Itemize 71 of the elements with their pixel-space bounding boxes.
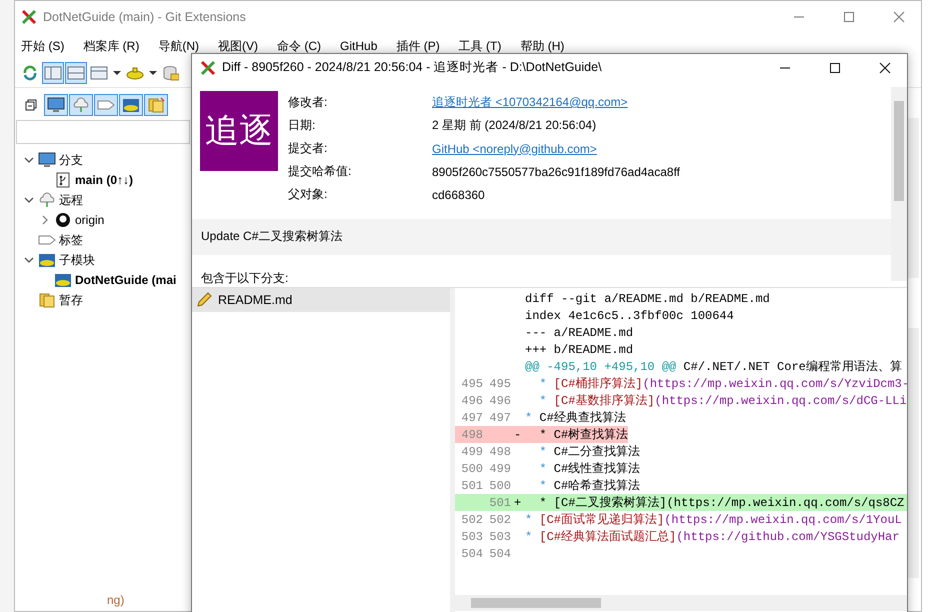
email-link[interactable]: 追逐时光者 <1070342164@qq.com> (432, 94, 628, 111)
scrollbar[interactable] (455, 595, 907, 611)
diff-line: 496 496 * [C#基数排序算法](https://mp.weixin.qq.com/s/dCG-LLi (460, 392, 907, 409)
pencil-icon (196, 292, 212, 308)
field-value: 8905f260c7550577ba26c91f189fd76ad4aca8ff (432, 164, 680, 178)
diff-line: 504 504 (460, 546, 512, 562)
layout-icon[interactable] (65, 62, 87, 84)
field-label: 修改者: (288, 94, 328, 111)
file-item[interactable]: README.md (192, 288, 450, 312)
diff-line: 497 497 * C#经典查找算法 (460, 410, 627, 426)
chevron-icon[interactable] (24, 255, 34, 265)
diff-line: 503 503 * [C#经典算法面试题汇总](https://github.com/YSGStudyHar (460, 528, 900, 545)
email-link[interactable]: GitHub <noreply@github.com> (432, 142, 597, 156)
diff-line: 502 502 * [C#面试常见递归算法](https://mp.weixin.qq.com/s/1YouL (460, 512, 903, 528)
tree-item[interactable]: 暂存 (59, 292, 83, 308)
branch-icon (54, 172, 72, 188)
menu-item[interactable]: 命令 (C) (277, 38, 322, 54)
partial-text: ng) (106, 593, 126, 609)
diff-line: index 4e1c6c5..3fbf00c 100644 (524, 308, 735, 324)
field-value: cd668360 (432, 188, 485, 202)
window-title: DotNetGuide (main) - Git Extensions (43, 10, 246, 24)
tree-item[interactable]: DotNetGuide (mai (75, 273, 176, 287)
logo-icon (200, 60, 216, 76)
monitor-icon[interactable] (44, 94, 68, 116)
tree-item[interactable]: 子模块 (59, 252, 95, 268)
menu-item[interactable]: 开始 (S) (21, 38, 64, 54)
tree-item[interactable]: 分支 (59, 152, 83, 168)
search-field[interactable] (16, 120, 190, 144)
branches-label: 包含于以下分支: (200, 270, 290, 287)
cloud-icon (38, 192, 56, 208)
field-value: 2 星期 前 (2024/8/21 20:56:04) (432, 117, 596, 134)
layout-icon[interactable] (42, 62, 64, 84)
menu-item[interactable]: 帮助 (H) (520, 38, 564, 54)
diff-line: 501 500 * C#哈希查找算法 (460, 478, 642, 494)
diff-line: 500 499 * C#线性查找算法 (460, 460, 642, 477)
scrollbar[interactable] (907, 118, 919, 278)
chevron-icon[interactable] (24, 195, 34, 205)
diff-line: +++ b/README.md (524, 342, 634, 358)
field-label: 提交哈希值: (288, 163, 352, 180)
diff-line: @@ -495,10 +495,10 @@ C#/.NET/.NET Core编程常用语法、算 (455, 358, 907, 375)
maximize-icon[interactable] (829, 62, 841, 74)
scrollbar[interactable] (891, 87, 907, 281)
tree-item[interactable]: origin (75, 213, 104, 227)
menu-item[interactable]: 工具 (T) (458, 38, 502, 54)
chevron-icon[interactable] (40, 215, 50, 225)
folder-icon[interactable] (144, 94, 168, 116)
logo-icon (21, 9, 37, 25)
field-label: 父对象: (288, 186, 328, 203)
avatar: 追逐 (200, 91, 278, 171)
diff-line: --- a/README.md (524, 324, 634, 341)
scrollbar[interactable] (907, 328, 919, 578)
folder-icon (38, 292, 56, 308)
menu-item[interactable]: GitHub (340, 39, 378, 53)
commit-message: Update C#二叉搜索树算法 (192, 218, 891, 255)
monitor-icon (38, 152, 56, 168)
tree-item[interactable]: 远程 (59, 192, 83, 208)
field-label: 日期: (288, 117, 316, 134)
menu-item[interactable]: 插件 (P) (396, 38, 440, 54)
close-icon[interactable] (879, 62, 891, 74)
chevron-icon[interactable] (24, 155, 34, 165)
window-title: Diff - 8905f260 - 2024/8/21 20:56:04 - 追逐时光者 - D:\DotNetGuide\ (222, 59, 602, 76)
menu-item[interactable]: 档案库 (R) (83, 38, 140, 54)
tag-icon[interactable] (94, 94, 118, 116)
diff-line: 499 498 * C#二分查找算法 (460, 444, 642, 460)
diff-line: 495 495 * [C#桶排序算法](https://mp.weixin.qq.com/s/YzviDcm3- (460, 376, 907, 392)
diff-line: diff --git a/README.md b/README.md (524, 290, 771, 307)
field-label: 提交者: (288, 140, 328, 157)
tree-item[interactable]: 标签 (59, 232, 83, 248)
menu-item[interactable]: 视图(V) (218, 38, 258, 54)
tree-item[interactable]: main (0↑↓) (75, 173, 134, 187)
menu-item[interactable]: 导航(N) (158, 38, 200, 54)
